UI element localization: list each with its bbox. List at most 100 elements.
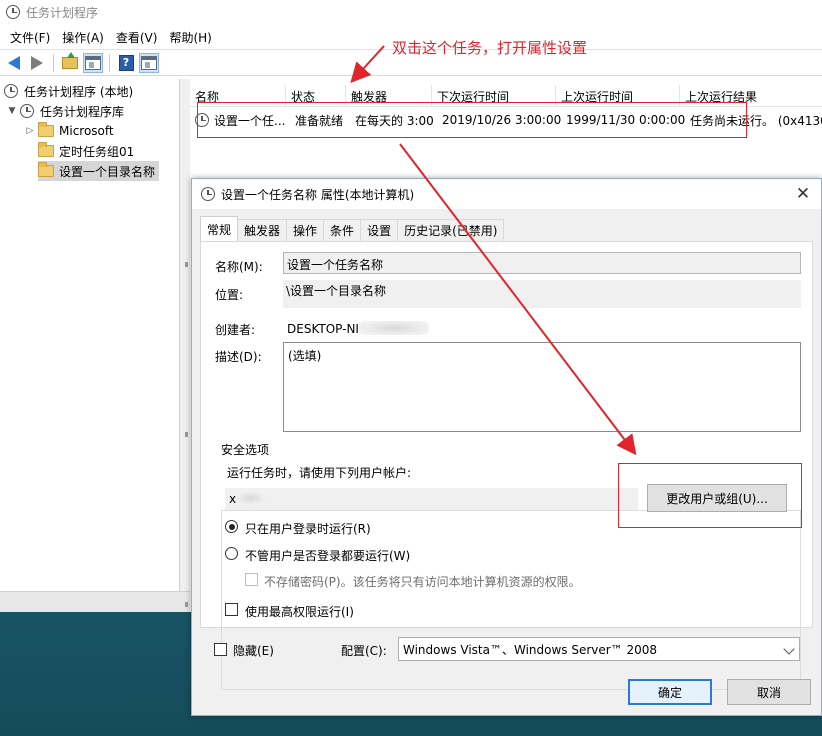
task-name-field[interactable]: 设置一个任务名称 [283,252,801,274]
back-button[interactable] [4,53,24,73]
help-button[interactable]: ? [116,53,136,73]
menu-file[interactable]: 文件(F) [4,29,56,46]
checkbox-hidden-label[interactable]: 隐藏(E) [233,642,274,659]
action-pane-icon [141,55,157,70]
run-as-prompt: 运行任务时，请使用下列用户帐户: [227,466,412,480]
cancel-button[interactable]: 取消 [727,679,811,705]
tree-item-label: 定时任务组01 [59,144,135,159]
dialog-title: 设置一个任务名称 属性(本地计算机) [221,187,415,202]
security-legend: 安全选项 [217,441,274,458]
general-tab-page: 名称(M): 设置一个任务名称 位置: \设置一个目录名称 创建者: DESKT… [200,241,813,690]
window-titlebar: 任务计划程序 [0,0,822,24]
menu-help[interactable]: 帮助(H) [163,29,217,46]
folder-icon [38,142,54,157]
back-arrow-icon [8,55,20,70]
column-last-result[interactable]: 上次运行结果 [680,85,822,107]
menu-view[interactable]: 查看(V) [110,29,164,46]
tree-library-label: 任务计划程序库 [40,104,125,119]
clock-icon [201,187,215,201]
pane-edge-marks [185,262,189,622]
configure-select[interactable]: Windows Vista™、Windows Server™ 2008 [398,637,800,661]
task-properties-dialog: 设置一个任务名称 属性(本地计算机) ✕ 常规 触发器 操作 条件 设置 历史记… [191,178,822,716]
cell-last-run: 1999/11/30 0:00:00 [566,113,685,127]
expand-right-icon[interactable]: ▷ [24,126,36,136]
security-options-group [221,510,801,690]
show-hide-action-pane-button[interactable] [139,52,159,73]
column-next-run[interactable]: 下次运行时间 [432,85,556,107]
column-trigger[interactable]: 触发器 [346,85,432,107]
checkbox-hidden[interactable] [214,643,227,656]
radio-run-whether-logged-on[interactable] [225,547,238,560]
task-list: 名称 状态 触发器 下次运行时间 上次运行时间 上次运行结果 设置一个任... … [190,85,822,185]
name-label: 名称(M): [215,260,263,274]
tree-library[interactable]: ▼ 任务计划程序库 [6,101,124,121]
expand-down-icon[interactable]: ▼ [6,106,18,116]
location-label: 位置: [215,288,244,302]
location-value: \设置一个目录名称 [283,280,801,308]
tab-conditions[interactable]: 条件 [323,219,362,241]
author-value: DESKTOP-NI [287,321,429,336]
tab-settings[interactable]: 设置 [360,219,399,241]
tab-actions[interactable]: 操作 [286,219,325,241]
tab-triggers[interactable]: 触发器 [237,219,288,241]
tree-root-label: 任务计划程序 (本地) [24,84,134,99]
up-folder-button[interactable] [60,51,80,73]
description-textarea[interactable]: (选填) [283,342,801,432]
run-as-user-text: x [229,492,237,506]
checkbox-highest-privileges[interactable] [225,603,238,616]
configure-label: 配置(C): [341,644,387,658]
cell-name: 设置一个任... [190,109,290,131]
task-clock-icon [195,113,209,127]
tree-horizontal-scrollbar[interactable] [0,591,190,612]
tree-item-selected-folder[interactable]: 设置一个目录名称 [38,161,160,181]
toolbar-separator [109,53,110,72]
tab-history[interactable]: 历史记录(已禁用) [397,219,505,241]
column-status[interactable]: 状态 [286,85,346,107]
clock-icon [4,84,18,98]
radio-run-whether-logged-on-label[interactable]: 不管用户是否登录都要运行(W) [245,547,410,564]
author-text: DESKTOP-NI [287,322,359,336]
checkbox-highest-privileges-label[interactable]: 使用最高权限运行(I) [245,603,354,620]
change-user-button[interactable]: 更改用户或组(U)... [647,484,787,512]
tree-item-task-group[interactable]: 定时任务组01 [38,141,134,161]
dialog-tabs: 常规 触发器 操作 条件 设置 历史记录(已禁用) [200,216,505,241]
cell-last-result: 任务尚未运行。 (0x4130 [690,113,822,128]
console-tree-icon [85,55,101,70]
chevron-down-icon [783,643,795,655]
column-name[interactable]: 名称 [190,85,286,107]
description-label: 描述(D): [215,350,262,364]
folder-up-icon [62,51,78,69]
window-title: 任务计划程序 [26,5,99,20]
radio-run-when-logged-on-label[interactable]: 只在用户登录时运行(R) [245,520,371,537]
task-list-header: 名称 状态 触发器 下次运行时间 上次运行时间 上次运行结果 [190,85,822,107]
tree-item-label: Microsoft [59,124,114,138]
show-hide-tree-button[interactable] [83,52,103,73]
checkbox-do-not-store-password[interactable] [245,573,258,586]
clock-icon [6,5,20,19]
radio-run-when-logged-on[interactable] [225,520,238,533]
folder-icon [38,122,54,137]
help-icon: ? [118,54,134,71]
forward-button[interactable] [27,53,47,73]
dialog-titlebar: 设置一个任务名称 属性(本地计算机) [192,179,821,209]
tree-item-label: 设置一个目录名称 [59,164,156,179]
cell-next-run: 2019/10/26 3:00:00 [442,113,561,127]
close-icon[interactable]: ✕ [793,184,813,204]
menu-action[interactable]: 操作(A) [56,29,110,46]
tab-general[interactable]: 常规 [200,216,239,241]
ok-button[interactable]: 确定 [628,679,712,705]
column-last-run[interactable]: 上次运行时间 [556,85,680,107]
annotation-text: 双击这个任务，打开属性设置 [392,39,588,57]
checkbox-do-not-store-password-label: 不存储密码(P)。该任务将只有访问本地计算机资源的权限。 [264,575,581,589]
tree-root[interactable]: 任务计划程序 (本地) [4,81,133,101]
forward-arrow-icon [31,55,43,70]
console-tree: 任务计划程序 (本地) ▼ 任务计划程序库 ▷ Microsoft 定时任务组0… [0,79,180,591]
redacted-blur [358,321,429,335]
table-row[interactable]: 设置一个任... 准备就绪 在每天的 3:00 2019/10/26 3:00:… [190,109,822,131]
redacted-blur [236,491,267,505]
cell-name-text: 设置一个任... [214,113,286,128]
run-as-user-field: x [225,488,638,510]
cell-trigger: 在每天的 3:00 [355,113,434,128]
configure-selected-value: Windows Vista™、Windows Server™ 2008 [403,642,658,657]
tree-item-microsoft[interactable]: ▷ Microsoft [24,121,114,141]
